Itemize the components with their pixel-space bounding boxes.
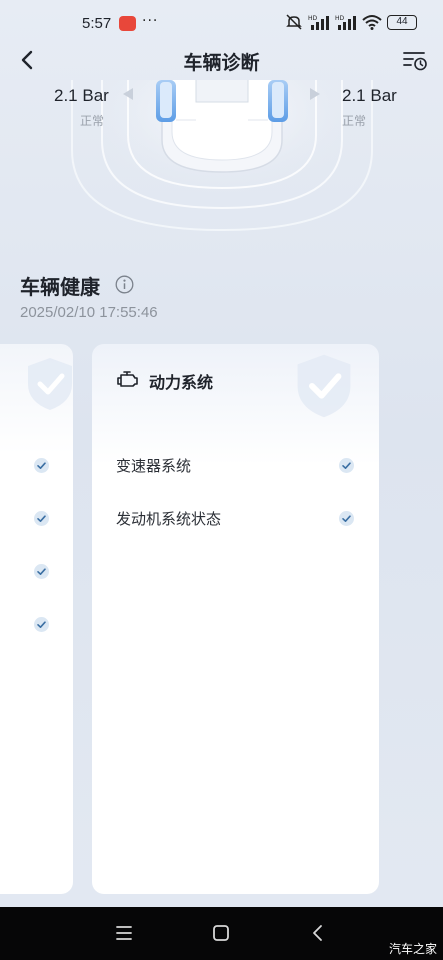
tire-pressure-panel: 2.1 Bar 正常 2.1 Bar 正常 <box>0 80 443 240</box>
mute-icon <box>286 14 302 30</box>
watermark: 汽车之家 <box>388 942 437 956</box>
engine-icon <box>117 371 138 387</box>
shield-check-icon <box>28 358 72 410</box>
diagnosis-timestamp: 2025/02/10 17:55:46 <box>20 304 158 321</box>
menu-icon[interactable] <box>114 924 134 942</box>
system-card-previous[interactable] <box>0 344 73 894</box>
list-item: 发动机系统状态 <box>116 510 222 528</box>
check-icon <box>339 458 354 473</box>
more-notifications-icon: ··· <box>142 13 159 29</box>
signal-icon: HD <box>308 15 329 30</box>
system-nav-bar: 汽车之家 <box>0 907 443 960</box>
card-title: 动力系统 <box>149 373 214 392</box>
app-notification-icon <box>119 16 136 31</box>
status-time: 5:57 <box>82 15 112 32</box>
tire-front-right: 2.1 Bar 正常 <box>342 86 397 129</box>
svg-text:HD: HD <box>308 15 318 22</box>
tire-pressure-value: 2.1 Bar <box>342 86 397 105</box>
section-title: 车辆健康 <box>20 275 100 299</box>
tire-front-left: 2.1 Bar 正常 <box>54 86 109 129</box>
status-icons: HD HD 44 <box>285 14 417 30</box>
tire-status: 正常 <box>342 114 367 128</box>
check-icon <box>34 617 49 632</box>
page-title: 车辆诊断 <box>183 52 260 74</box>
wifi-icon <box>362 15 382 30</box>
system-card-powertrain[interactable]: 动力系统 变速器系统 发动机系统状态 <box>92 344 379 894</box>
check-icon <box>34 511 49 526</box>
status-bar: 5:57 ··· HD HD 44 <box>0 0 443 44</box>
header: 车辆诊断 <box>0 40 443 80</box>
check-icon <box>339 511 354 526</box>
list-item: 变速器系统 <box>116 457 192 475</box>
tire-pressure-value: 2.1 Bar <box>54 86 109 105</box>
signal-icon-2: HD <box>335 15 356 30</box>
tire-status: 正常 <box>80 114 105 128</box>
check-icon <box>34 458 49 473</box>
nav-back-icon[interactable] <box>310 923 326 943</box>
info-icon[interactable] <box>115 275 134 294</box>
home-icon[interactable] <box>211 923 231 943</box>
history-icon[interactable] <box>401 46 429 74</box>
check-icon <box>34 564 49 579</box>
battery-icon: 44 <box>387 14 417 30</box>
svg-text:HD: HD <box>335 15 345 22</box>
shield-check-icon <box>297 354 351 418</box>
